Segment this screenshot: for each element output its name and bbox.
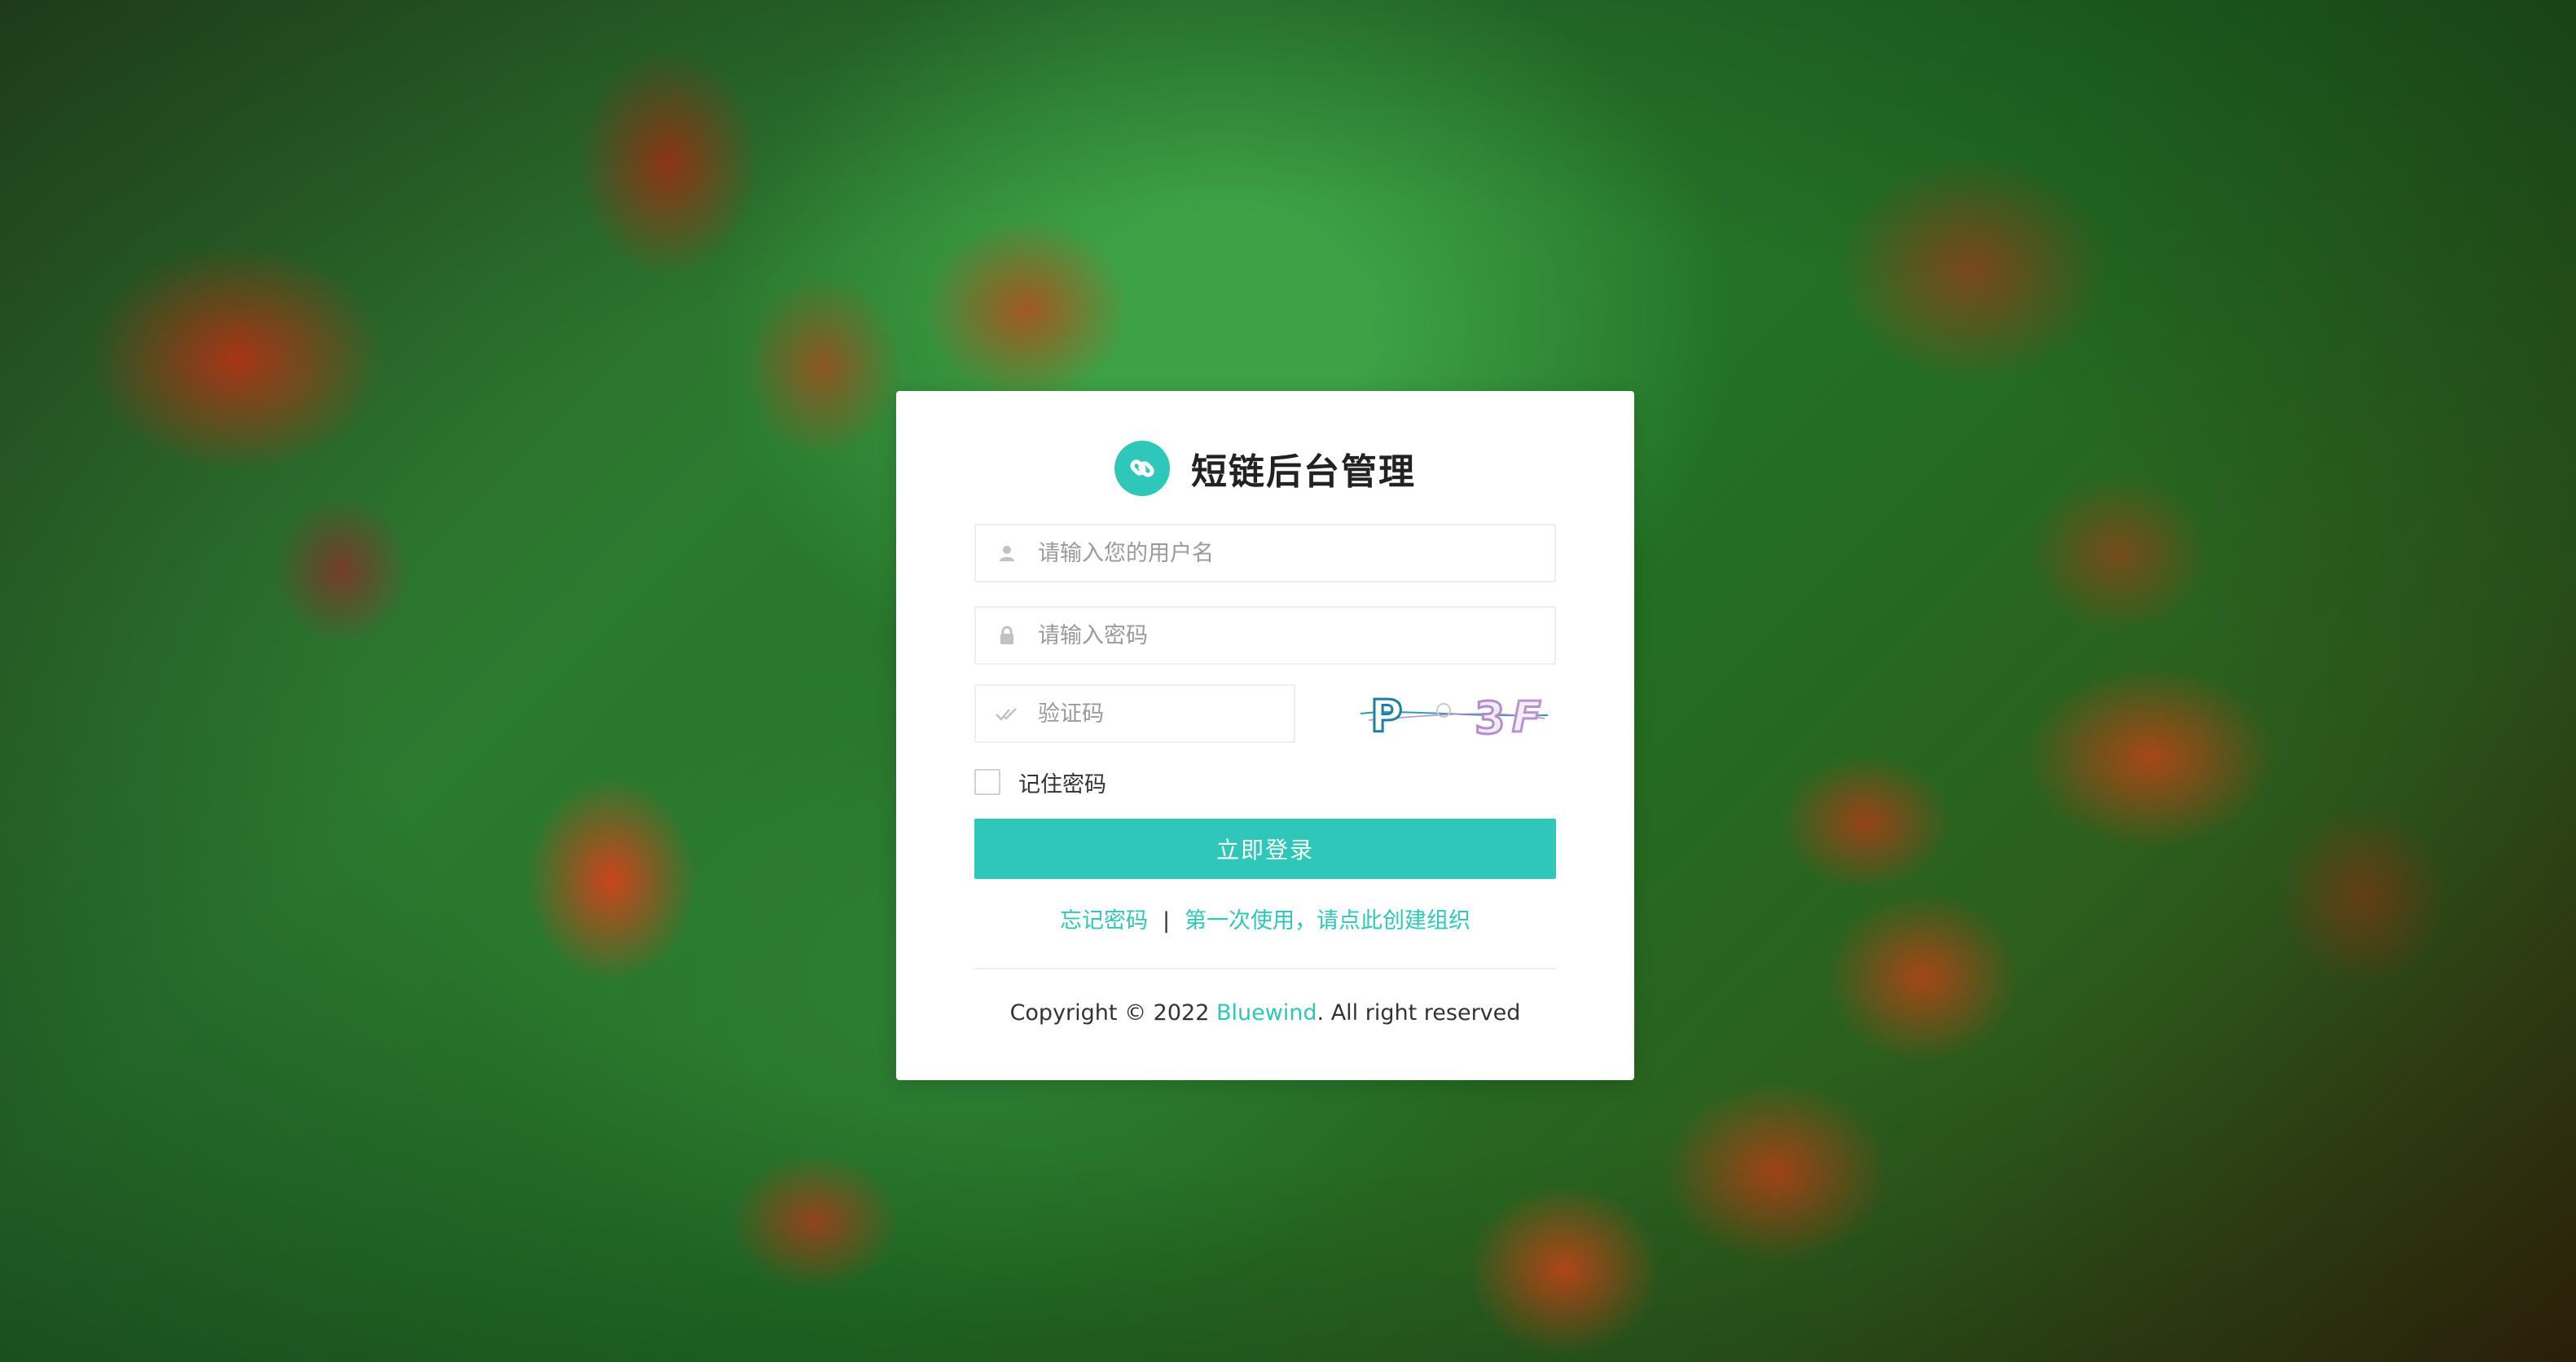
- forgot-password-link[interactable]: 忘记密码: [1060, 908, 1148, 934]
- remember-checkbox[interactable]: [974, 769, 1000, 795]
- captcha-char-2: 3: [1475, 692, 1506, 743]
- brand-header: 短链后台管理: [896, 440, 1634, 497]
- password-field[interactable]: [974, 606, 1556, 665]
- username-field[interactable]: [974, 524, 1556, 582]
- login-card: 短链后台管理 请输入您的用户名 验证码 P 3 F 记住密码 立即登录 忘记密码…: [896, 391, 1634, 1080]
- captcha-char-3: F: [1512, 693, 1541, 742]
- captcha-input[interactable]: [1038, 686, 1294, 741]
- user-icon: [976, 544, 1038, 562]
- remember-label: 记住密码: [1018, 771, 1106, 797]
- lock-icon: [976, 626, 1038, 645]
- login-button[interactable]: 立即登录: [974, 819, 1556, 879]
- link-separator: |: [1162, 908, 1171, 934]
- auth-links: 忘记密码 | 第一次使用，请点此创建组织: [896, 903, 1634, 934]
- brand-link[interactable]: Bluewind: [1216, 1000, 1317, 1026]
- captcha-image[interactable]: P 3 F: [1352, 684, 1556, 745]
- link-icon: [1114, 441, 1170, 496]
- password-input[interactable]: [1038, 608, 1554, 663]
- create-organization-link[interactable]: 第一次使用，请点此创建组织: [1185, 908, 1470, 934]
- captcha-char-1: P: [1370, 691, 1403, 742]
- check-icon: [976, 706, 1038, 721]
- remember-password[interactable]: 记住密码: [974, 767, 1106, 797]
- copyright: Copyright © 2022 Bluewind. All right res…: [896, 1000, 1634, 1026]
- copyright-prefix: Copyright © 2022: [1009, 1000, 1216, 1026]
- captcha-field[interactable]: [974, 684, 1295, 743]
- page-title: 短链后台管理: [1191, 451, 1416, 493]
- copyright-suffix: . All right reserved: [1317, 1000, 1521, 1026]
- divider: [974, 968, 1556, 969]
- username-input[interactable]: [1038, 525, 1554, 581]
